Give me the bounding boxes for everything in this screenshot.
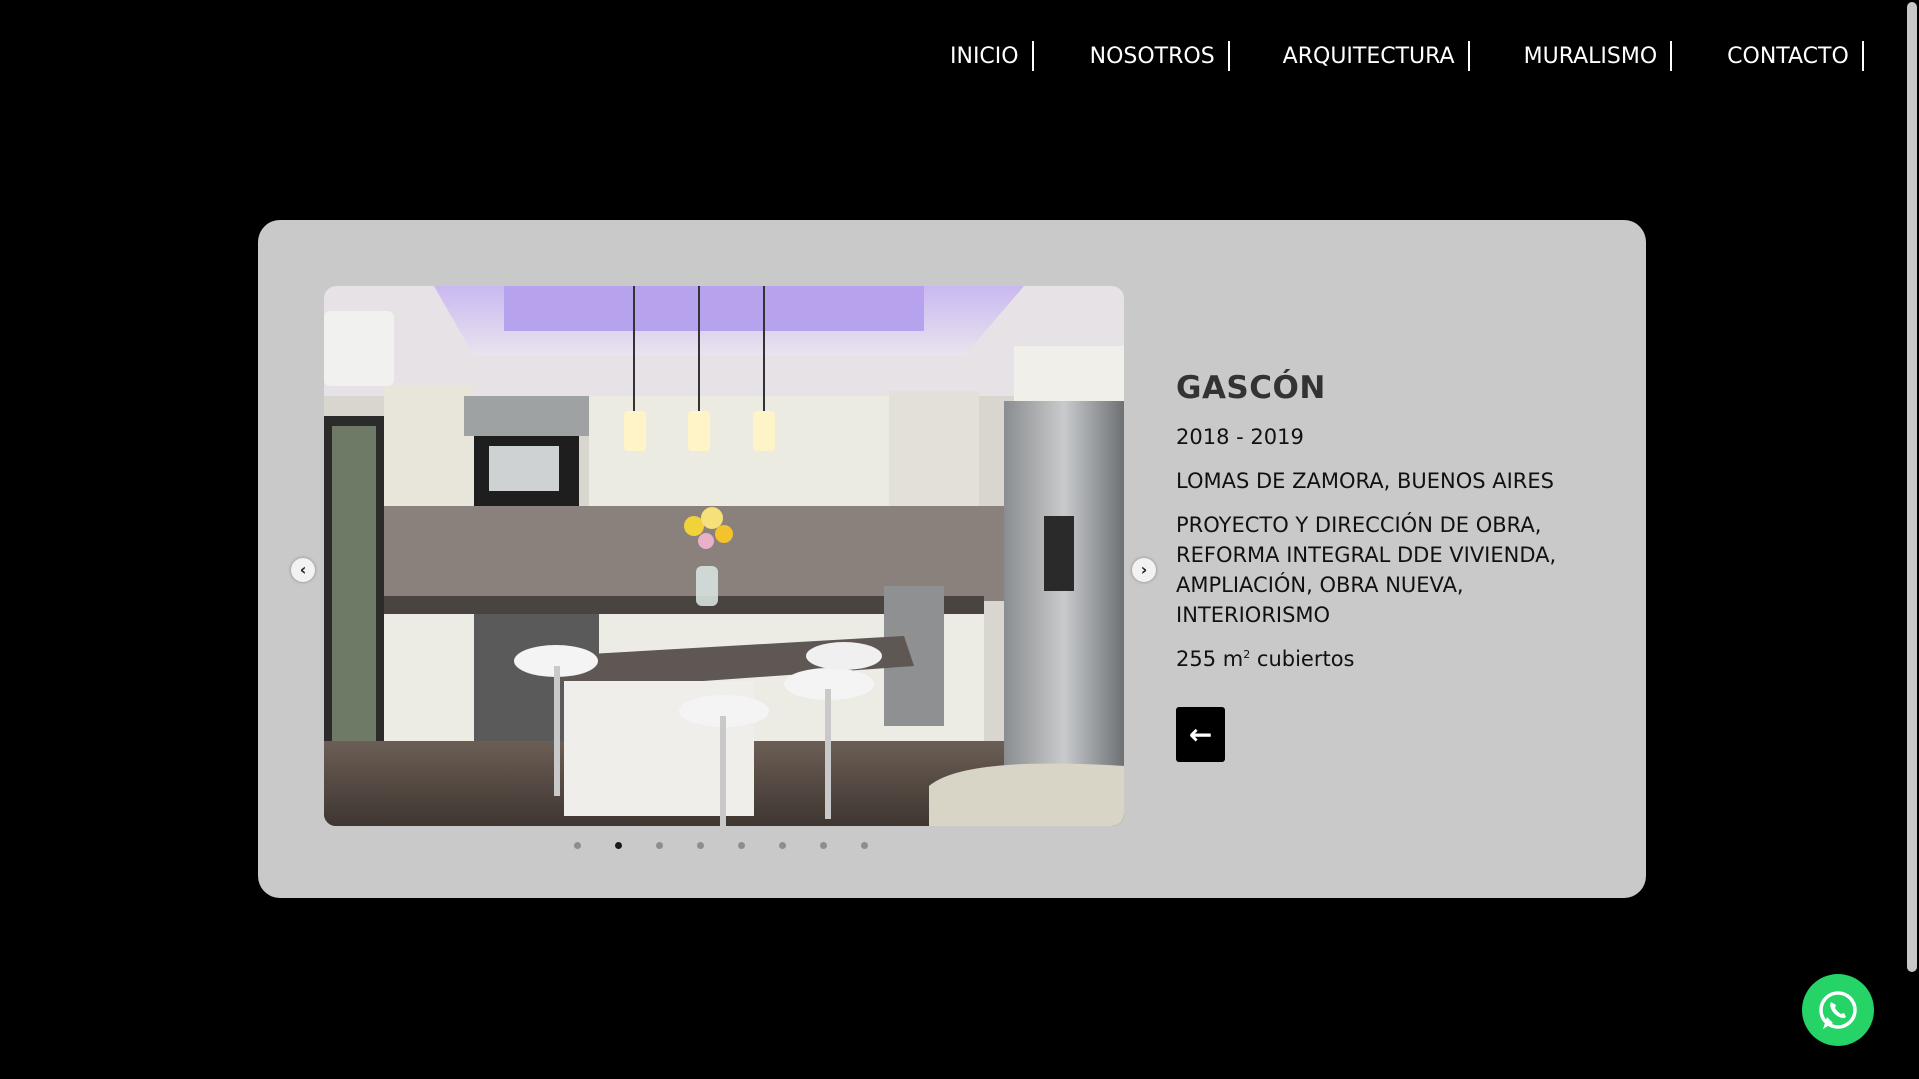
project-title: GASCÓN [1176, 370, 1326, 406]
project-scope: PROYECTO Y DIRECCIÓN DE OBRA, REFORMA IN… [1176, 510, 1596, 630]
project-scope-line: AMPLIACIÓN, OBRA NUEVA, [1176, 573, 1464, 597]
project-area-unit: cubiertos [1250, 647, 1355, 671]
scrollbar-thumb[interactable] [1907, 2, 1917, 972]
carousel-dot[interactable] [738, 842, 745, 849]
carousel-dot[interactable] [820, 842, 827, 849]
nav-separator [1227, 41, 1230, 71]
whatsapp-icon [1819, 991, 1857, 1029]
project-photo [324, 286, 1124, 826]
carousel-prev-button[interactable]: ‹ [291, 558, 315, 582]
nav-item-arquitectura[interactable]: ARQUITECTURA [1283, 40, 1470, 72]
project-scope-line: REFORMA INTEGRAL DDE VIVIENDA, [1176, 543, 1557, 567]
carousel-dot[interactable] [779, 842, 786, 849]
nav-link-nosotros[interactable]: NOSOTROS [1090, 44, 1228, 69]
arrow-left-icon: ← [1188, 718, 1213, 751]
carousel-dot[interactable] [656, 842, 663, 849]
project-scope-line: PROYECTO Y DIRECCIÓN DE OBRA, [1176, 513, 1542, 537]
back-button[interactable]: ← [1176, 707, 1225, 762]
chevron-left-icon: ‹ [299, 560, 307, 579]
nav-separator [1467, 41, 1470, 71]
project-area: 255 m2 cubiertos [1176, 644, 1596, 674]
carousel-dot[interactable] [861, 842, 868, 849]
nav-separator [1861, 41, 1864, 71]
carousel-dot[interactable] [574, 842, 581, 849]
whatsapp-button[interactable] [1802, 974, 1874, 1046]
nav-item-contacto[interactable]: CONTACTO [1727, 40, 1864, 72]
project-info: GASCÓN 2018 - 2019 LOMAS DE ZAMORA, BUEN… [1176, 370, 1596, 688]
nav-link-inicio[interactable]: INICIO [950, 44, 1032, 69]
nav-link-muralismo[interactable]: MURALISMO [1524, 44, 1671, 69]
main-nav: INICIO NOSOTROS ARQUITECTURA MURALISMO C… [950, 40, 1864, 72]
project-location: LOMAS DE ZAMORA, BUENOS AIRES [1176, 469, 1554, 493]
nav-separator [1670, 41, 1673, 71]
carousel-dot[interactable] [697, 842, 704, 849]
nav-separator [1031, 41, 1034, 71]
project-card: ‹ › GASCÓN 2018 - 2019 LOMAS DE ZAMORA, … [258, 220, 1646, 898]
nav-link-contacto[interactable]: CONTACTO [1727, 44, 1862, 69]
project-scope-line: INTERIORISMO [1176, 603, 1331, 627]
nav-item-inicio[interactable]: INICIO [950, 40, 1034, 72]
carousel-next-button[interactable]: › [1132, 558, 1156, 582]
project-area-value: 255 m [1176, 647, 1244, 671]
chevron-right-icon: › [1140, 560, 1148, 579]
carousel-dot-active[interactable] [615, 842, 622, 849]
carousel-dots [574, 842, 868, 849]
nav-item-muralismo[interactable]: MURALISMO [1524, 40, 1673, 72]
nav-item-nosotros[interactable]: NOSOTROS [1090, 40, 1230, 72]
scrollbar[interactable] [1905, 0, 1919, 1079]
kitchen-photo-illustration [324, 286, 1124, 826]
page: INICIO NOSOTROS ARQUITECTURA MURALISMO C… [0, 0, 1919, 1079]
nav-link-arquitectura[interactable]: ARQUITECTURA [1283, 44, 1468, 69]
project-years: 2018 - 2019 [1176, 425, 1304, 449]
